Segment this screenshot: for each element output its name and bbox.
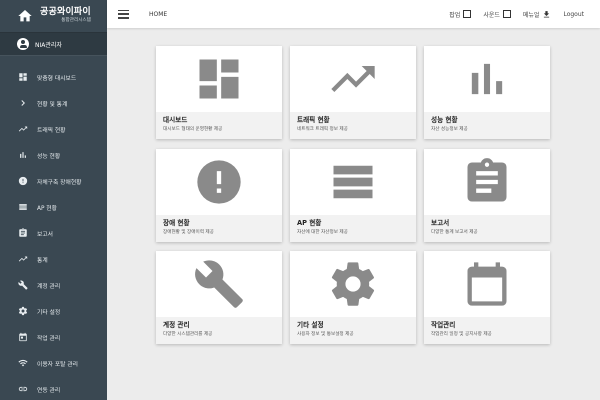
sidebar-item-ap[interactable]: AP 현황 [0,194,107,220]
card-description: 장애현황 및 장애이력 제공 [163,229,214,235]
gear-icon [18,306,28,316]
brand-title: 공공와이파이 [40,7,91,18]
avatar-icon [17,38,29,50]
alert-icon [197,160,241,204]
breadcrumb[interactable]: HOME [149,11,167,18]
sidebar-item-performance[interactable]: 성능 현황 [0,142,107,168]
gear-icon [331,262,375,306]
card-settings[interactable]: 기타 설정 사용자 정보 및 통보설정 제공 [290,251,416,344]
sidebar-item-label: 보고서 [37,231,53,238]
chevron-right-icon [21,100,25,106]
home-icon [18,10,32,22]
sidebar-item-label: 맞춤형 대시보드 [37,75,77,82]
list-icon [19,204,27,210]
sidebar-nav: 맞춤형 대시보드 현황 및 통계 트래픽 현황 성능 현황 자체구축 장애현황 … [0,64,107,400]
sidebar-item-portal[interactable]: 이용자 포탈 관리 [0,350,107,376]
sidebar-item-label: 연동 관리 [37,387,61,394]
card-dashboard[interactable]: 대시보드 대시보드 형태의 운영현황 제공 [156,46,282,139]
wrench-icon [18,280,28,290]
bar-chart-icon [20,152,26,158]
sidebar-item-label: 통계 [37,257,48,264]
sidebar-item-traffic[interactable]: 트래픽 현황 [0,116,107,142]
card-description: 자산 성능정보 제공 [431,126,468,132]
sound-checkbox[interactable] [502,10,511,18]
card-description: 대시보드 형태의 운영현황 제공 [163,126,223,132]
card-title: 계정 관리 [163,321,190,329]
card-description: 사용자 정보 및 통보설정 제공 [297,331,354,337]
sidebar-item-work[interactable]: 작업 관리 [0,324,107,350]
card-description: 네트워크 트래픽 정보 제공 [297,126,348,132]
popup-toggle[interactable]: 팝업 [449,10,472,19]
card-title: AP 현황 [297,219,322,227]
sidebar-item-label: 계정 관리 [37,283,61,290]
card-title: 보고서 [431,219,450,227]
sound-label: 사운드 [483,11,500,19]
sidebar-item-label: 이용자 포탈 관리 [37,361,79,368]
download-icon [544,10,550,17]
calendar-icon [19,332,27,342]
sidebar: 공공와이파이 통합관리시스템 NIA관리자 맞춤형 대시보드 현황 및 통계 트… [0,0,107,400]
card-ap[interactable]: AP 현황 자산에 대한 자산정보 제공 [290,149,416,242]
card-title: 성능 현황 [431,116,458,124]
logout-link[interactable]: Logout [563,11,584,18]
link-icon [18,386,28,392]
trend-icon [18,126,28,132]
list-icon [333,165,373,199]
popup-label: 팝업 [449,11,461,19]
dashboard-icon [199,59,239,99]
card-title: 장애 현황 [163,219,190,227]
top-bar: HOME 팝업 사운드 메뉴얼 Logout [107,0,600,28]
sidebar-item-label: 자체구축 장애현황 [37,179,82,186]
dashboard-icon [19,73,27,81]
card-report[interactable]: 보고서 다양한 통계 보고서 제공 [424,149,550,242]
sidebar-item-status-stats[interactable]: 현황 및 통계 [0,90,107,116]
sidebar-item-integration[interactable]: 연동 관리 [0,376,107,400]
card-title: 작업관리 [431,321,456,329]
sidebar-item-label: 현황 및 통계 [37,101,68,108]
card-work[interactable]: 작업관리 작업관리 일정 및 공지사항 제공 [424,251,550,344]
sidebar-item-label: AP 현황 [37,205,57,212]
card-description: 다양한 통계 보고서 제공 [431,229,478,235]
card-performance[interactable]: 성능 현황 자산 성능정보 제공 [424,46,550,139]
card-traffic[interactable]: 트래픽 현황 네트워크 트래픽 정보 제공 [290,46,416,139]
card-description: 자산에 대한 자산정보 제공 [297,229,348,235]
user-name: NIA관리자 [35,41,62,49]
sidebar-item-label: 성능 현황 [37,153,61,160]
card-description: 다양한 시스템관리를 제공 [163,331,213,337]
sidebar-item-settings[interactable]: 기타 설정 [0,298,107,324]
sidebar-item-failure[interactable]: 자체구축 장애현황 [0,168,107,194]
card-account[interactable]: 계정 관리 다양한 시스템관리를 제공 [156,251,282,344]
manual-label: 메뉴얼 [522,11,540,19]
sidebar-item-label: 트래픽 현황 [37,127,66,134]
calendar-icon [467,262,507,306]
sidebar-item-label: 작업 관리 [37,335,61,342]
card-description: 작업관리 일정 및 공지사항 제공 [431,331,492,337]
trend-icon [18,256,28,262]
sidebar-item-account[interactable]: 계정 관리 [0,272,107,298]
clipboard-icon [19,228,27,237]
user-panel[interactable]: NIA관리자 [0,32,107,56]
sidebar-item-custom-dashboard[interactable]: 맞춤형 대시보드 [0,64,107,90]
wifi-icon [18,359,28,367]
card-title: 기타 설정 [297,321,324,329]
card-failure[interactable]: 장애 현황 장애현황 및 장애이력 제공 [156,149,282,242]
brand[interactable]: 공공와이파이 통합관리시스템 [0,0,107,32]
card-title: 트래픽 현황 [297,116,330,124]
hamburger-menu-icon[interactable] [118,9,129,19]
trend-icon [331,66,375,92]
popup-checkbox[interactable] [463,10,472,18]
wrench-icon [195,260,243,308]
sidebar-item-report[interactable]: 보고서 [0,220,107,246]
sidebar-item-statistics[interactable]: 통계 [0,246,107,272]
sidebar-item-label: 기타 설정 [37,309,61,316]
clipboard-icon [467,158,507,202]
bar-chart-icon [471,63,503,95]
manual-download-button[interactable]: 메뉴얼 [523,10,552,19]
brand-subtitle: 통합관리시스템 [61,18,91,24]
sound-toggle[interactable]: 사운드 [483,10,511,19]
card-title: 대시보드 [163,116,188,124]
alert-icon [18,176,28,186]
